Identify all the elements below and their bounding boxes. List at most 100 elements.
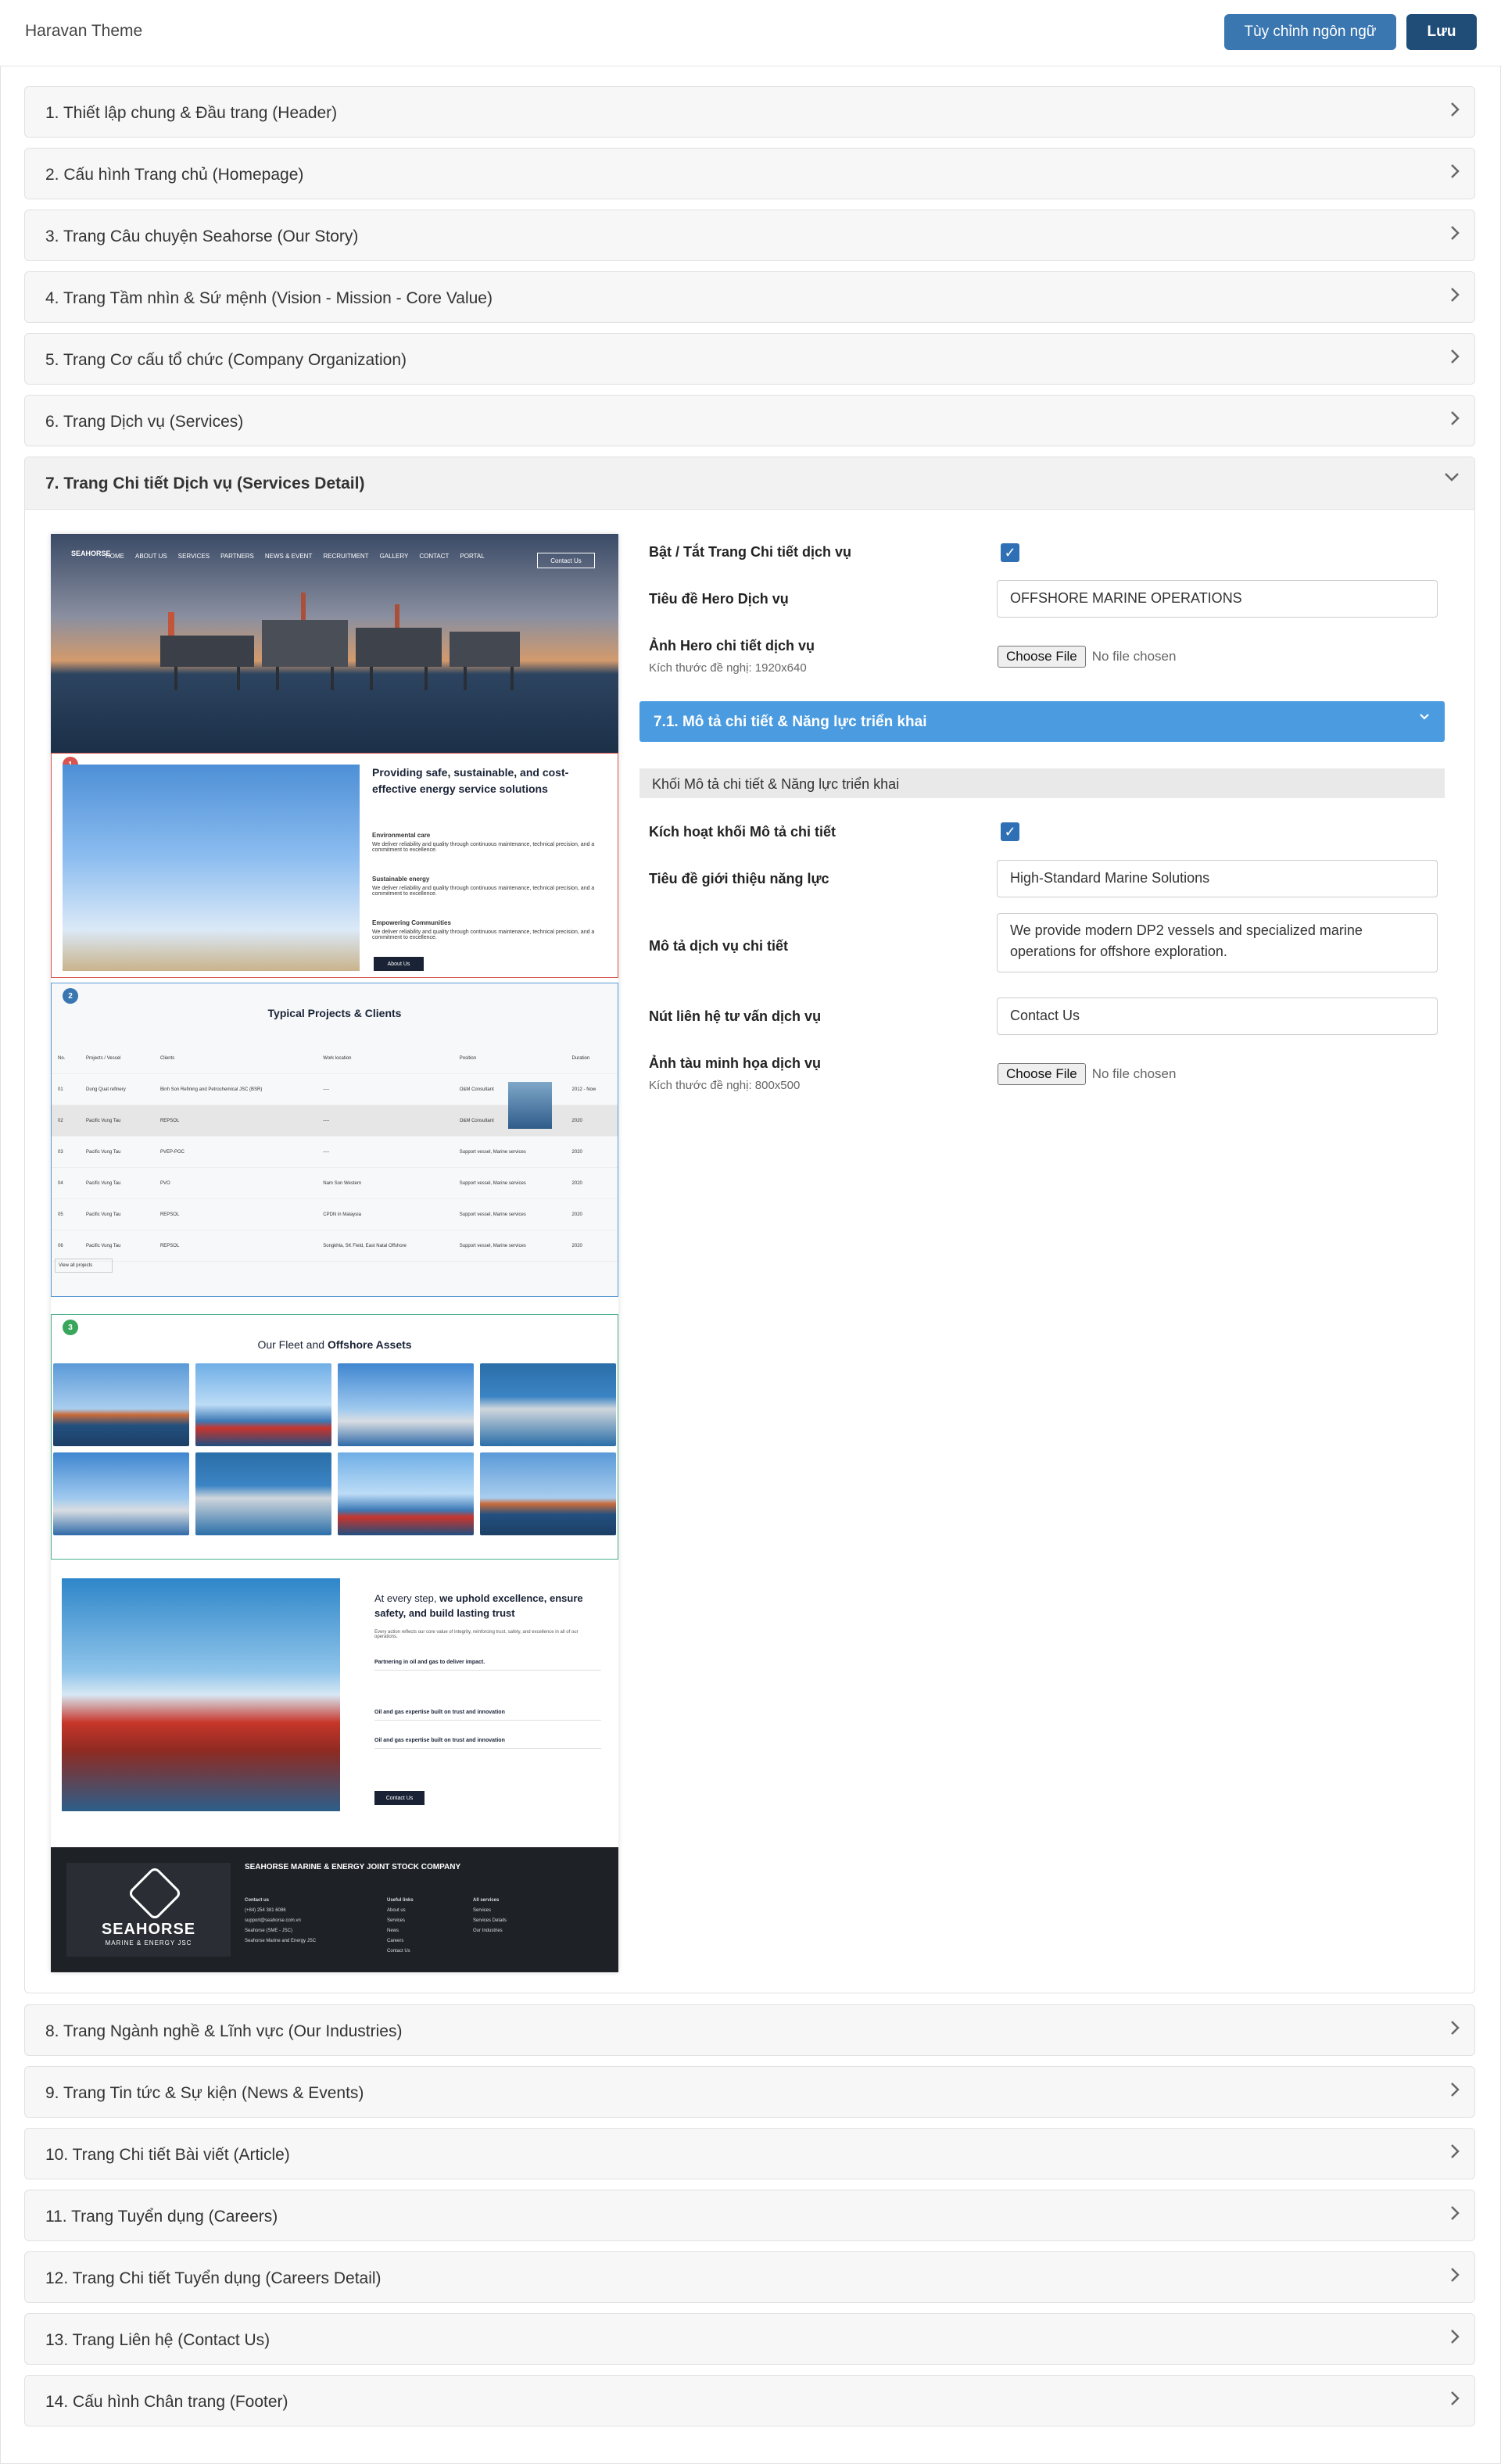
preview-nav-item: HOME — [106, 553, 124, 560]
chevron-right-icon — [1449, 163, 1460, 180]
accordion-section-our-story[interactable]: 3. Trang Câu chuyện Seahorse (Our Story) — [24, 210, 1475, 261]
gallery-image — [53, 1363, 189, 1446]
hero-title-input[interactable]: OFFSHORE MARINE OPERATIONS — [997, 580, 1438, 618]
accordion-section-industries[interactable]: 8. Trang Ngành nghề & Lĩnh vực (Our Indu… — [24, 2004, 1475, 2056]
contact-button-input[interactable]: Contact Us — [997, 997, 1438, 1035]
section-label: 2. Cấu hình Trang chủ (Homepage) — [45, 166, 304, 184]
contact-button-label: Nút liên hệ tư vấn dịch vụ — [649, 1008, 822, 1024]
preview-s4-row: Partnering in oil and gas to deliver imp… — [374, 1660, 601, 1671]
seahorse-logo-icon — [127, 1865, 183, 1921]
preview-nav-item: RECRUITMENT — [323, 553, 369, 560]
gallery-image — [480, 1363, 616, 1446]
preview-projects-table: No. Projects / Vessel Clients Work location… — [52, 1043, 618, 1262]
accordion-header[interactable]: 7. Trang Chi tiết Dịch vụ (Services Deta… — [25, 457, 1474, 510]
section-badge: 3 — [63, 1320, 78, 1335]
section-label: 10. Trang Chi tiết Bài viết (Article) — [45, 2146, 290, 2164]
preview-s4-title: At every step, we uphold excellence, ens… — [374, 1592, 583, 1619]
preview-s3-title: Our Fleet and Offshore Assets — [257, 1338, 412, 1351]
choose-file-button[interactable]: Choose File — [998, 646, 1086, 668]
accordion-section-footer[interactable]: 14. Cấu hình Chân trang (Footer) — [24, 2375, 1475, 2426]
oil-rig-illustration — [160, 593, 520, 690]
gallery-image — [53, 1452, 189, 1535]
accordion-section-services[interactable]: 6. Trang Dịch vụ (Services) — [24, 395, 1475, 446]
preview-nav-item: ABOUT US — [135, 553, 167, 560]
footer-company: SEAHORSE MARINE & ENERGY JOINT STOCK COM… — [245, 1863, 461, 1871]
description-textarea[interactable]: We provide modern DP2 vessels and specia… — [997, 913, 1438, 972]
chevron-right-icon — [1449, 2328, 1460, 2345]
preview-section-1: 1 Providing safe, sustainable, and cost-… — [51, 753, 618, 978]
page-preview: SEAHORSE HOME ABOUT US SERVICES PARTNERS… — [51, 534, 618, 1972]
accordion-section-vision-mission[interactable]: 4. Trang Tầm nhìn & Sứ mệnh (Vision - Mi… — [24, 271, 1475, 323]
gallery-image — [338, 1452, 474, 1535]
footer-contact: Contact us (+84) 254 381 6086 support@se… — [245, 1898, 317, 1943]
chevron-right-icon — [1449, 348, 1460, 365]
activate-block-checkbox[interactable]: ✓ — [1001, 822, 1019, 841]
preview-view-all: View all projects — [55, 1259, 113, 1273]
file-status: No file chosen — [1091, 649, 1177, 664]
preview-hero: SEAHORSE HOME ABOUT US SERVICES PARTNERS… — [51, 534, 618, 753]
table-row: 05 Pacific Vung Tau REPSOL CPDN in Malaysia… — [52, 1198, 618, 1230]
section-label: 3. Trang Câu chuyện Seahorse (Our Story) — [45, 227, 359, 245]
footer-brand-name: SEAHORSE — [101, 1921, 196, 1938]
preview-section-4: At every step, we uphold excellence, ens… — [51, 1567, 617, 1832]
crane-image — [63, 765, 360, 971]
subsection-title: 7.1. Mô tả chi tiết & Năng lực triển kha… — [654, 714, 927, 730]
save-button[interactable]: Lưu — [1406, 14, 1477, 50]
preview-nav-item: PARTNERS — [220, 553, 254, 560]
gallery-image — [338, 1363, 474, 1446]
accordion-section-careers-detail[interactable]: 12. Trang Chi tiết Tuyển dụng (Careers D… — [24, 2251, 1475, 2303]
gallery-image — [195, 1363, 331, 1446]
accordion-section-contact[interactable]: 13. Trang Liên hệ (Contact Us) — [24, 2313, 1475, 2365]
section-label: 4. Trang Tầm nhìn & Sứ mệnh (Vision - Mi… — [45, 289, 493, 307]
accordion-section-organization[interactable]: 5. Trang Cơ cấu tổ chức (Company Organiz… — [24, 333, 1475, 385]
preview-s4-row: Oil and gas expertise built on trust and… — [374, 1710, 601, 1721]
preview-contact-us-button: Contact Us — [374, 1791, 425, 1805]
subsection-accordion[interactable]: 7.1. Mô tả chi tiết & Năng lực triển kha… — [639, 701, 1445, 742]
preview-nav-item: GALLERY — [379, 553, 409, 560]
preview-nav-item: NEWS & EVENT — [264, 553, 313, 560]
section-label: 5. Trang Cơ cấu tổ chức (Company Organiz… — [45, 351, 407, 369]
ship-image-label: Ảnh tàu minh họa dịch vụ — [649, 1055, 821, 1071]
app-title: Haravan Theme — [25, 22, 143, 40]
intro-title-input[interactable]: High-Standard Marine Solutions — [997, 860, 1438, 897]
accordion-section-news[interactable]: 9. Trang Tin tức & Sự kiện (News & Event… — [24, 2066, 1475, 2118]
preview-s1-item: Environmental care We deliver reliability… — [372, 832, 595, 853]
chevron-right-icon — [1449, 224, 1460, 242]
section-label: 6. Trang Dịch vụ (Services) — [45, 413, 244, 431]
chevron-right-icon — [1449, 2081, 1460, 2098]
chevron-right-icon — [1449, 2390, 1460, 2407]
chevron-right-icon — [1449, 101, 1460, 118]
accordion-section-article[interactable]: 10. Trang Chi tiết Bài viết (Article) — [24, 2128, 1475, 2179]
fleet-gallery — [52, 1363, 618, 1535]
ship-image-file-input[interactable]: Choose File No file chosen — [998, 1063, 1176, 1085]
language-button[interactable]: Tùy chỉnh ngôn ngữ — [1224, 14, 1396, 50]
page-toggle-checkbox[interactable]: ✓ — [1001, 543, 1019, 562]
table-row: 04 Pacific Vung Tau PVO Nam Son Western Supp… — [52, 1167, 618, 1199]
preview-nav-item: CONTACT — [419, 553, 450, 560]
chevron-right-icon — [1449, 410, 1460, 427]
block-heading: Khối Mô tả chi tiết & Năng lực triển kha… — [639, 768, 1445, 798]
hero-image-hint: Kích thước đề nghị: 1920x640 — [649, 661, 807, 675]
preview-nav-item: PORTAL — [460, 553, 485, 560]
hero-image-file-input[interactable]: Choose File No file chosen — [998, 646, 1176, 668]
preview-footer: SEAHORSE MARINE & ENERGY JSC SEAHORSE MA… — [51, 1847, 618, 1972]
description-label: Mô tả dịch vụ chi tiết — [649, 938, 789, 954]
section-label: 8. Trang Ngành nghề & Lĩnh vực (Our Indu… — [45, 2022, 403, 2040]
section-label: 13. Trang Liên hệ (Contact Us) — [45, 2331, 270, 2349]
chevron-right-icon — [1449, 2204, 1460, 2222]
accordion-section-header-settings[interactable]: 1. Thiết lập chung & Đầu trang (Header) — [24, 86, 1475, 138]
hero-title-label: Tiêu đề Hero Dịch vụ — [649, 591, 789, 607]
accordion-section-careers[interactable]: 11. Trang Tuyển dụng (Careers) — [24, 2190, 1475, 2241]
footer-brand-sub: MARINE & ENERGY JSC — [105, 1939, 192, 1946]
table-row: 03 Pacific Vung Tau PVEP-POC ---- Support ve… — [52, 1136, 618, 1168]
top-bar: Haravan Theme Tùy chỉnh ngôn ngữ Lưu — [0, 0, 1501, 66]
preview-s4-text: Every action reflects our core value of … — [374, 1630, 579, 1639]
footer-links: Useful links About us Services News Care… — [387, 1898, 414, 1954]
section-label: 12. Trang Chi tiết Tuyển dụng (Careers D… — [45, 2269, 382, 2287]
choose-file-button[interactable]: Choose File — [998, 1063, 1086, 1085]
chevron-right-icon — [1449, 2019, 1460, 2036]
preview-about-button: About Us — [374, 957, 424, 971]
section-label: 7. Trang Chi tiết Dịch vụ (Services Deta… — [45, 475, 365, 492]
footer-services: All services Services Services Details O… — [473, 1898, 507, 1933]
accordion-section-homepage[interactable]: 2. Cấu hình Trang chủ (Homepage) — [24, 148, 1475, 199]
